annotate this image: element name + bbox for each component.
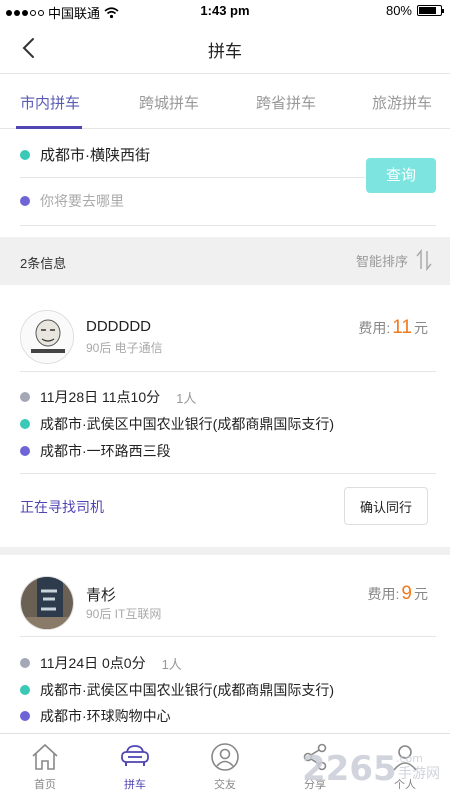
fee-label: 费用: <box>358 320 391 336</box>
from-dot-icon <box>20 685 30 695</box>
battery-icon <box>417 5 444 16</box>
tab-home[interactable]: 首页 <box>10 742 80 792</box>
watermark-logo: 2265 .com 手游网 <box>300 742 450 792</box>
avatar[interactable] <box>20 310 74 364</box>
watermark-sub: 手游网 <box>398 766 440 782</box>
battery-fill <box>419 7 436 14</box>
carpool-card[interactable]: 青杉 90后 IT互联网 费用: 9 元 11月24日 0点0分 1人 成都市·… <box>0 555 450 733</box>
fee-amount: 9 <box>401 583 412 604</box>
carpool-card[interactable]: DDDDDD 90后 电子通信 费用: 11 元 11月28日 11点10分 1… <box>0 285 450 547</box>
trip-from: 成都市·武侯区中国农业银行(成都商鼎国际支行) <box>40 682 334 698</box>
divider <box>20 177 365 178</box>
home-icon <box>32 743 58 770</box>
from-value: 成都市·横陕西街 <box>40 147 150 164</box>
tab-carpool[interactable]: 拼车 <box>100 742 170 792</box>
time-dot-icon <box>20 658 30 668</box>
tab-label: 拼车 <box>124 779 146 791</box>
tab-label: 首页 <box>34 779 56 791</box>
trip-to-row: 成都市·环球购物中心 <box>20 706 171 726</box>
from-dot-icon <box>20 149 30 160</box>
friends-icon <box>211 743 239 771</box>
nav-bar: 拼车 <box>0 22 450 74</box>
to-dot-icon <box>20 711 30 721</box>
tab-bar: 市内拼车 跨城拼车 跨省拼车 旅游拼车 <box>0 75 450 129</box>
sort-label: 智能排序 <box>355 253 408 269</box>
tab-travel[interactable]: 旅游拼车 <box>372 92 432 113</box>
status-time: 1:43 pm <box>200 3 250 18</box>
route-search: 成都市·横陕西街 你将要去哪里 查询 <box>0 130 450 237</box>
trip-from-row: 成都市·武侯区中国农业银行(成都商鼎国际支行) <box>20 680 334 700</box>
people-count: 1人 <box>161 656 182 672</box>
passenger-name: DDDDDD <box>86 318 151 335</box>
tab-intercity[interactable]: 跨城拼车 <box>139 92 199 113</box>
fee-label: 费用: <box>367 586 400 602</box>
trip-time-row: 11月28日 11点10分 1人 <box>20 387 196 407</box>
car-icon <box>121 745 149 766</box>
divider <box>20 371 436 372</box>
from-dot-icon <box>20 419 30 429</box>
to-field[interactable]: 你将要去哪里 <box>20 191 124 211</box>
trip-from-row: 成都市·武侯区中国农业银行(成都商鼎国际支行) <box>20 414 334 434</box>
photo-icon <box>21 577 73 629</box>
passenger-info: 90后 电子通信 <box>86 341 163 355</box>
avatar[interactable] <box>20 576 74 630</box>
sort-icon <box>416 249 432 271</box>
fee-unit: 元 <box>414 320 428 336</box>
trip-to-row: 成都市·一环路西三段 <box>20 441 171 461</box>
result-info-bar: 2条信息 智能排序 <box>0 237 450 285</box>
trip-time-row: 11月24日 0点0分 1人 <box>20 653 182 673</box>
result-count: 2条信息 <box>20 256 67 271</box>
from-field[interactable]: 成都市·横陕西街 <box>20 144 150 165</box>
fee: 费用: 9 元 <box>368 583 428 605</box>
to-placeholder: 你将要去哪里 <box>40 193 124 209</box>
page-title: 拼车 <box>208 42 242 61</box>
tab-interprovince[interactable]: 跨省拼车 <box>256 92 316 113</box>
trip-from: 成都市·武侯区中国农业银行(成都商鼎国际支行) <box>40 416 334 432</box>
fee-unit: 元 <box>414 586 428 602</box>
to-dot-icon <box>20 446 30 456</box>
trip-to: 成都市·一环路西三段 <box>40 443 171 459</box>
trip-status: 正在寻找司机 <box>20 499 104 515</box>
sort-button[interactable]: 智能排序 <box>356 249 432 271</box>
query-button[interactable]: 查询 <box>366 158 436 193</box>
watermark-suffix: .com <box>396 752 423 765</box>
tab-friends[interactable]: 交友 <box>190 742 260 792</box>
meme-face-icon <box>21 311 73 363</box>
battery-status: 80% <box>385 3 444 18</box>
fee-amount: 11 <box>392 317 412 338</box>
people-count: 1人 <box>176 390 197 406</box>
to-dot-icon <box>20 196 30 206</box>
divider <box>20 636 436 637</box>
confirm-button[interactable]: 确认同行 <box>344 487 428 525</box>
status-bar: 中国联通 1:43 pm 80% <box>0 0 450 22</box>
fee: 费用: 11 元 <box>358 317 428 339</box>
tab-city[interactable]: 市内拼车 <box>20 92 80 113</box>
divider <box>20 225 436 226</box>
time-dot-icon <box>20 392 30 402</box>
passenger-name: 青杉 <box>86 587 117 604</box>
card-separator <box>0 547 450 555</box>
divider <box>20 473 436 474</box>
tab-active-indicator <box>16 126 82 129</box>
passenger-info: 90后 IT互联网 <box>86 607 162 621</box>
trip-time: 11月28日 11点10分 <box>40 389 161 405</box>
watermark-number: 2265 <box>302 749 397 789</box>
battery-label: 80% <box>385 3 412 18</box>
trip-time: 11月24日 0点0分 <box>40 655 146 671</box>
tab-label: 交友 <box>214 779 236 791</box>
trip-to: 成都市·环球购物中心 <box>40 708 171 724</box>
